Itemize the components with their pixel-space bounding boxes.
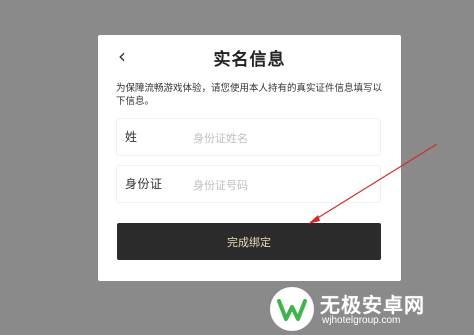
watermark-logo <box>270 287 314 331</box>
arrow-line <box>315 143 438 220</box>
watermark: 无极安卓网 wjhotelgroup.com <box>270 282 474 333</box>
arrow-head <box>308 215 320 224</box>
watermark-url: wjhotelgroup.com <box>322 315 401 326</box>
w-logo-icon <box>271 288 313 330</box>
watermark-brand: 无极安卓网 <box>320 293 425 317</box>
